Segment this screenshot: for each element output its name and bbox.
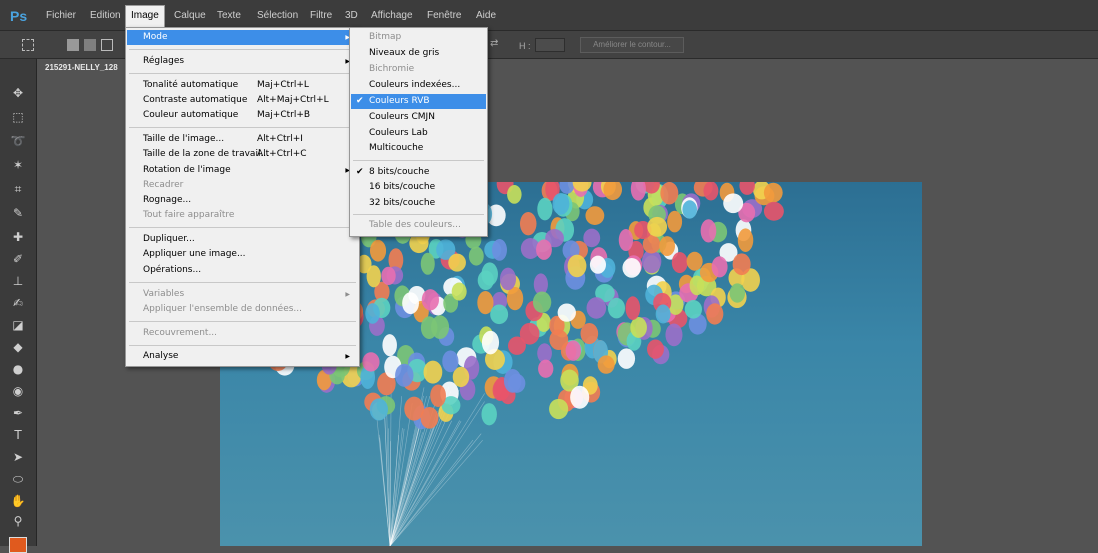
ellipse-tool-icon[interactable]: ⬭ bbox=[8, 469, 28, 489]
menu-item-tonalite[interactable]: Tonalité automatiqueMaj+Ctrl+L bbox=[127, 78, 358, 93]
rectangular-marquee-icon[interactable]: ⬚ bbox=[8, 107, 28, 127]
paint-bucket-icon[interactable]: ◆ bbox=[8, 337, 28, 357]
menu-separator bbox=[129, 321, 356, 322]
submenu-arrow-icon: ▶ bbox=[345, 349, 350, 364]
menu-item-recouvrement: Recouvrement... bbox=[127, 326, 358, 341]
menu-separator bbox=[129, 345, 356, 346]
new-selection-icon[interactable] bbox=[67, 39, 79, 51]
menu-item-taille-image[interactable]: Taille de l'image...Alt+Ctrl+I bbox=[127, 132, 358, 147]
menu-item-reglages[interactable]: Réglages▶ bbox=[127, 54, 358, 69]
menu-texte[interactable]: Texte bbox=[215, 10, 243, 21]
menu-item-couleur[interactable]: Couleur automatiqueMaj+Ctrl+B bbox=[127, 108, 358, 123]
menu-item-dupliquer[interactable]: Dupliquer... bbox=[127, 232, 358, 247]
menu-affichage[interactable]: Affichage bbox=[369, 10, 415, 21]
foreground-color-swatch[interactable] bbox=[9, 537, 27, 553]
menu-separator bbox=[353, 214, 484, 215]
eyedropper-icon[interactable]: ✎ bbox=[8, 203, 28, 223]
menu-fenetre[interactable]: Fenêtre bbox=[425, 10, 463, 21]
mode-32-bits[interactable]: 32 bits/couche bbox=[351, 196, 486, 211]
clone-stamp-icon[interactable]: ⊥ bbox=[8, 271, 28, 291]
dodge-icon[interactable]: ◉ bbox=[8, 381, 28, 401]
menu-separator bbox=[129, 227, 356, 228]
menu-item-recadrer: Recadrer bbox=[127, 178, 358, 193]
menu-image[interactable]: Image bbox=[125, 5, 165, 27]
menu-3d[interactable]: 3D bbox=[343, 10, 360, 21]
menu-item-operations[interactable]: Opérations... bbox=[127, 263, 358, 278]
menu-selection[interactable]: Sélection bbox=[255, 10, 300, 21]
menu-separator bbox=[353, 160, 484, 161]
add-selection-icon[interactable] bbox=[84, 39, 96, 51]
menu-calque[interactable]: Calque bbox=[172, 10, 208, 21]
path-selection-icon[interactable]: ➤ bbox=[8, 447, 28, 467]
menu-filtre[interactable]: Filtre bbox=[308, 10, 334, 21]
mode-multicouche[interactable]: Multicouche bbox=[351, 141, 486, 156]
menu-item-analyse[interactable]: Analyse▶ bbox=[127, 349, 358, 364]
image-menu: Mode▶ Réglages▶ Tonalité automatiqueMaj+… bbox=[125, 27, 360, 367]
magic-wand-icon[interactable]: ✶ bbox=[8, 155, 28, 175]
menu-fichier[interactable]: Fichier bbox=[44, 10, 78, 21]
menu-item-tout-faire: Tout faire apparaître bbox=[127, 208, 358, 223]
menu-item-taille-zone[interactable]: Taille de la zone de travail...Alt+Ctrl+… bbox=[127, 147, 358, 162]
subtract-selection-icon[interactable] bbox=[101, 39, 113, 51]
menu-item-mode[interactable]: Mode▶ bbox=[127, 30, 358, 45]
crop-icon[interactable]: ⌗ bbox=[8, 179, 28, 199]
check-icon: ✔ bbox=[356, 94, 364, 109]
pen-icon[interactable]: ✒ bbox=[8, 403, 28, 423]
menu-item-rotation[interactable]: Rotation de l'image▶ bbox=[127, 163, 358, 178]
height-label: H : bbox=[519, 41, 531, 51]
mode-submenu: Bitmap Niveaux de gris Bichromie Couleur… bbox=[349, 27, 488, 237]
mode-table-couleurs: Table des couleurs... bbox=[351, 218, 486, 233]
swap-dimensions-icon[interactable]: ⇄ bbox=[490, 38, 498, 49]
mode-couleurs-indexees[interactable]: Couleurs indexées... bbox=[351, 78, 486, 93]
marquee-tool-preset-icon[interactable] bbox=[22, 39, 34, 51]
refine-edge-button[interactable]: Améliorer le contour... bbox=[580, 37, 684, 53]
zoom-tool-icon[interactable]: ⚲ bbox=[8, 511, 28, 531]
menu-item-appliquer-image[interactable]: Appliquer une image... bbox=[127, 247, 358, 262]
lasso-icon[interactable]: ➰ bbox=[8, 131, 28, 151]
move-tool-icon[interactable]: ✥ bbox=[8, 83, 28, 103]
mode-couleurs-rvb[interactable]: ✔Couleurs RVB bbox=[351, 94, 486, 109]
menu-separator bbox=[129, 49, 356, 50]
mode-bitmap: Bitmap bbox=[351, 30, 486, 45]
mode-8-bits[interactable]: ✔8 bits/couche bbox=[351, 165, 486, 180]
blur-icon[interactable]: ● bbox=[8, 359, 28, 379]
type-tool-icon[interactable]: T bbox=[8, 425, 28, 445]
menu-item-appliquer-ensemble: Appliquer l'ensemble de données... bbox=[127, 302, 358, 317]
menu-item-contraste[interactable]: Contraste automatiqueAlt+Maj+Ctrl+L bbox=[127, 93, 358, 108]
menu-separator bbox=[129, 127, 356, 128]
submenu-arrow-icon: ▶ bbox=[345, 287, 350, 302]
menu-separator bbox=[129, 73, 356, 74]
mode-16-bits[interactable]: 16 bits/couche bbox=[351, 180, 486, 195]
check-icon: ✔ bbox=[356, 165, 364, 180]
mode-bichromie: Bichromie bbox=[351, 62, 486, 77]
healing-brush-icon[interactable]: ✚ bbox=[8, 227, 28, 247]
menu-edition[interactable]: Edition bbox=[88, 10, 123, 21]
mode-couleurs-cmjn[interactable]: Couleurs CMJN bbox=[351, 110, 486, 125]
tools-panel: ✥ ⬚ ➰ ✶ ⌗ ✎ ✚ ✐ ⊥ ✍ ◪ ◆ ● ◉ ✒ T ➤ ⬭ ✋ ⚲ bbox=[0, 59, 37, 546]
brush-icon[interactable]: ✐ bbox=[8, 249, 28, 269]
mode-niveaux-gris[interactable]: Niveaux de gris bbox=[351, 46, 486, 61]
menu-item-rognage[interactable]: Rognage... bbox=[127, 193, 358, 208]
menu-separator bbox=[129, 282, 356, 283]
eraser-icon[interactable]: ◪ bbox=[8, 315, 28, 335]
photoshop-logo: Ps bbox=[10, 8, 27, 24]
document-tab[interactable]: 215291-NELLY_128 bbox=[37, 59, 138, 76]
menu-aide[interactable]: Aide bbox=[474, 10, 498, 21]
menu-item-variables: Variables▶ bbox=[127, 287, 358, 302]
history-brush-icon[interactable]: ✍ bbox=[8, 293, 28, 313]
hand-tool-icon[interactable]: ✋ bbox=[8, 491, 28, 511]
mode-couleurs-lab[interactable]: Couleurs Lab bbox=[351, 126, 486, 141]
height-input[interactable] bbox=[535, 38, 565, 52]
